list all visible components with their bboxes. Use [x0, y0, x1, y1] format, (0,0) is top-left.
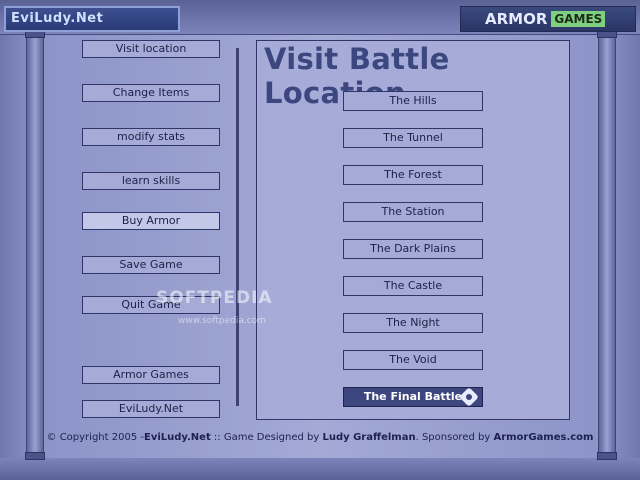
bottom-bar	[0, 458, 640, 480]
location-label: The Night	[386, 316, 440, 329]
location-button-the-tunnel[interactable]: The Tunnel	[343, 128, 483, 148]
watermark: SOFTPEDIA	[156, 288, 273, 308]
watermark-url: www.softpedia.com	[178, 316, 266, 326]
location-button-the-void[interactable]: The Void	[343, 350, 483, 370]
left-pillar-cap-bottom	[25, 452, 45, 460]
location-label: The Castle	[383, 279, 443, 292]
right-pillar	[598, 30, 616, 460]
armor-games-logo[interactable]: ARMOR GAMES	[460, 6, 636, 32]
location-label: The Void	[389, 353, 437, 366]
learn-skills-button[interactable]: learn skills	[82, 172, 220, 190]
location-label: The Dark Plains	[370, 242, 456, 255]
location-button-the-station[interactable]: The Station	[343, 202, 483, 222]
games-logo-text: GAMES	[551, 11, 606, 27]
location-button-the-final-battle[interactable]: The Final Battle	[343, 387, 483, 407]
change-items-button[interactable]: Change Items	[82, 84, 220, 102]
location-button-the-night[interactable]: The Night	[343, 313, 483, 333]
location-label: The Station	[381, 205, 445, 218]
eviludy-net-button[interactable]: EviLudy.Net	[82, 400, 220, 418]
footer-copyright: © Copyright 2005 -	[46, 432, 144, 443]
location-label: The Tunnel	[383, 131, 443, 144]
footer-armorgames-link[interactable]: ArmorGames.com	[493, 432, 593, 443]
footer-designed: :: Game Designed by	[210, 432, 323, 443]
visit-location-button[interactable]: Visit location	[82, 40, 220, 58]
location-button-the-forest[interactable]: The Forest	[343, 165, 483, 185]
footer-credits: © Copyright 2005 -EviLudy.Net :: Game De…	[0, 432, 640, 443]
footer-author: Ludy Graffelman	[322, 432, 416, 443]
location-label: The Final Battle	[363, 390, 463, 403]
armor-logo-text: ARMOR	[485, 10, 548, 28]
armor-games-button[interactable]: Armor Games	[82, 366, 220, 384]
buy-armor-button[interactable]: Buy Armor	[82, 212, 220, 230]
eviludy-logo[interactable]: EviLudy.Net	[4, 6, 180, 32]
location-label: The Hills	[389, 94, 437, 107]
modify-stats-button[interactable]: modify stats	[82, 128, 220, 146]
location-button-the-castle[interactable]: The Castle	[343, 276, 483, 296]
save-game-button[interactable]: Save Game	[82, 256, 220, 274]
location-label: The Forest	[384, 168, 442, 181]
footer-sponsored: . Sponsored by	[415, 432, 494, 443]
location-button-the-hills[interactable]: The Hills	[343, 91, 483, 111]
right-pillar-cap-bottom	[597, 452, 617, 460]
location-button-the-dark-plains[interactable]: The Dark Plains	[343, 239, 483, 259]
left-pillar	[26, 30, 44, 460]
footer-eviludy-link[interactable]: EviLudy.Net	[144, 432, 211, 443]
menu-divider	[236, 48, 239, 406]
